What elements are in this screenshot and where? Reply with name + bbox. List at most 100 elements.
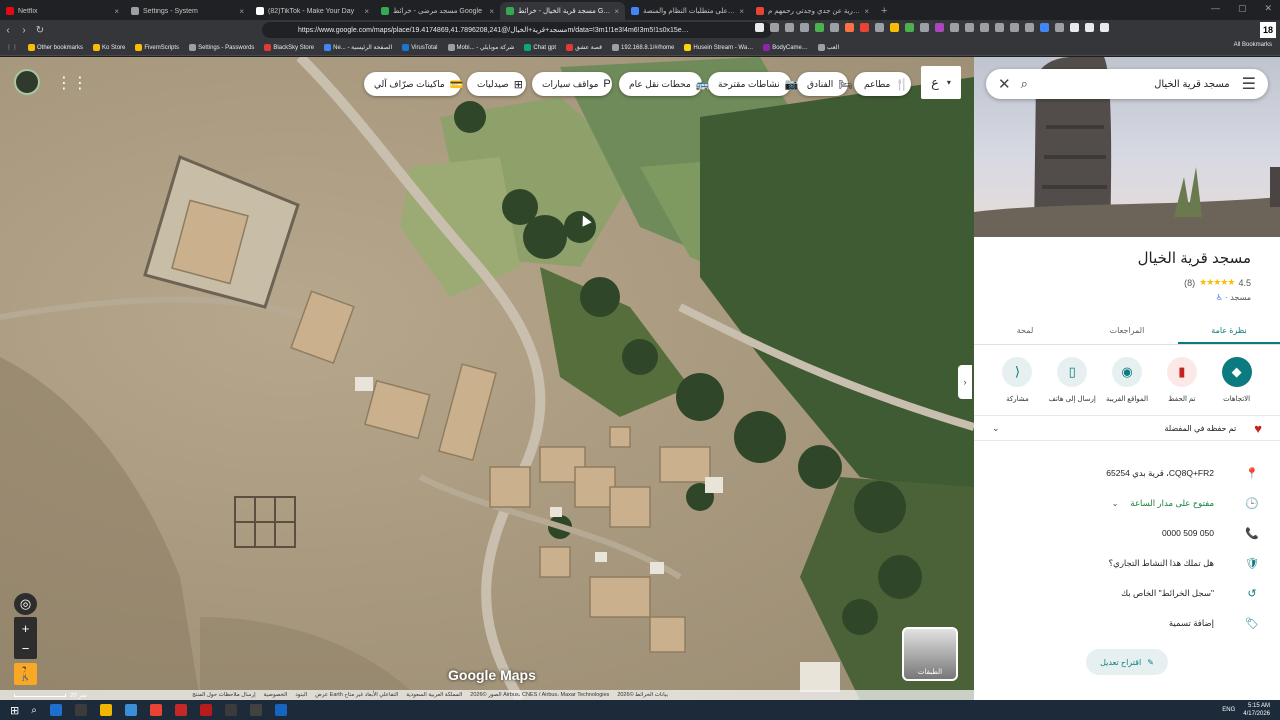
bookmark-item[interactable]: Chat gpt	[524, 44, 556, 51]
chevron-down-icon[interactable]: ⌄	[992, 423, 1000, 434]
tab-close-icon[interactable]: ×	[739, 7, 744, 16]
action-button[interactable]: ▯ إرسال إلى هاتف	[1046, 357, 1098, 403]
extension-icon[interactable]	[920, 23, 929, 32]
zoom-out-button[interactable]: −	[14, 637, 37, 659]
rating-row[interactable]: 4.5 ★★★★★ (8)	[1184, 277, 1251, 288]
tab-close-icon[interactable]: ×	[114, 7, 119, 16]
bookmark-item[interactable]: Ne... - الصفحة الرئيسية	[324, 44, 392, 51]
street-view-badge[interactable]	[14, 69, 40, 95]
back-icon[interactable]: ‹	[0, 25, 16, 36]
taskbar-app-icon[interactable]	[149, 704, 162, 716]
extension-icon[interactable]	[1070, 23, 1079, 32]
tray-lang[interactable]: ENG	[1222, 707, 1235, 713]
bookmark-item[interactable]: Ko Store	[93, 44, 125, 51]
info-row[interactable]: 📍 CQ8Q+FR2، قرية بدي 65254	[974, 459, 1280, 487]
browser-tab[interactable]: صدقة جارية عن جدي وجدتي رحمهم م… ×	[750, 2, 875, 20]
extension-icon[interactable]	[950, 23, 959, 32]
extension-icon[interactable]	[1040, 23, 1049, 32]
language-toggle[interactable]: ع ▾	[921, 66, 961, 99]
extension-icon[interactable]	[965, 23, 974, 32]
taskbar-app-icon[interactable]	[174, 704, 187, 716]
extension-icon[interactable]	[1085, 23, 1094, 32]
bookmark-item[interactable]: Mobi... - شركة موبايلي	[447, 44, 514, 51]
bookmark-item[interactable]: FivemScripts	[135, 44, 179, 51]
bookmark-item[interactable]: Other bookmarks	[28, 44, 83, 51]
attribution-item[interactable]: المملكة العربية السعودية	[406, 692, 462, 698]
collapse-panel-button[interactable]: ›	[958, 365, 972, 399]
category-chip[interactable]: مواقف سيارات P	[532, 72, 612, 96]
extension-icon[interactable]	[890, 23, 899, 32]
browser-tab[interactable]: مسجد مرضى - خرائط Google ×	[375, 2, 500, 20]
extension-icon[interactable]	[995, 23, 1004, 32]
browser-tab[interactable]: Settings - System ×	[125, 2, 250, 20]
browser-tab[interactable]: الاطلاع على متطلبات النظام والمنصة… ×	[625, 2, 750, 20]
review-count[interactable]: (8)	[1184, 278, 1195, 288]
extension-icon[interactable]	[1025, 23, 1034, 32]
minimize-icon[interactable]: —	[1211, 3, 1220, 14]
bookmark-item[interactable]: BodyCame…	[763, 44, 808, 51]
pegman-icon[interactable]: 🚶	[14, 663, 37, 685]
my-location-icon[interactable]: ◎	[14, 593, 37, 615]
maximize-icon[interactable]: ▢	[1238, 3, 1247, 14]
extension-icon[interactable]	[785, 23, 794, 32]
satellite-map[interactable]: ⋮⋮ مطاعم 🍴 الفنادق 🛏 نشاطات مقترحة 📷 محطات نقل…	[0, 57, 974, 700]
search-input[interactable]: مسجد قرية الخيال	[1038, 79, 1230, 90]
attribution-item[interactable]: الصور ©2026 Airbus، CNES / Airbus، Maxar…	[470, 692, 609, 698]
action-button[interactable]: ⟨ مشاركة	[991, 357, 1043, 403]
extension-icon[interactable]	[830, 23, 839, 32]
action-button[interactable]: ◆ الاتجاهات	[1211, 357, 1263, 403]
apps-grid-icon[interactable]: ⋮⋮	[6, 44, 18, 51]
browser-tab[interactable]: (82)TikTok - Make Your Day ×	[250, 2, 375, 20]
attribution-item[interactable]: عرض Earth التفاعلي الأبعاد غير متاح	[315, 692, 398, 698]
attribution-item[interactable]: إرسال ملاحظات حول المنتج	[192, 692, 256, 698]
extension-icon[interactable]	[845, 23, 854, 32]
place-tab[interactable]: نظرة عامة	[1178, 319, 1280, 344]
extension-icon[interactable]	[1010, 23, 1019, 32]
reload-icon[interactable]: ↻	[32, 25, 48, 36]
search-box[interactable]: ☰ مسجد قرية الخيال ⌕ ✕	[986, 69, 1268, 99]
category-chip[interactable]: الفنادق 🛏	[797, 72, 852, 96]
action-button[interactable]: ▮ تم الحفظ	[1156, 357, 1208, 403]
category-chip[interactable]: مطاعم 🍴	[854, 72, 911, 96]
info-row[interactable]: 🏷 إضافة تسمية	[974, 609, 1280, 637]
bookmark-item[interactable]: BlackSky Store	[264, 44, 314, 51]
bookmark-item[interactable]: 192.168.8.1/#/home	[612, 44, 674, 51]
extension-icon[interactable]	[755, 23, 764, 32]
category-chip[interactable]: محطات نقل عام 🚌	[619, 72, 710, 96]
profile-avatar[interactable]: 18	[1260, 22, 1276, 38]
info-row[interactable]: ↺ "سجل الخرائط" الخاص بك	[974, 579, 1280, 607]
extension-icon[interactable]	[905, 23, 914, 32]
tab-close-icon[interactable]: ×	[489, 7, 494, 16]
scale-bar[interactable]: 20 متر	[14, 692, 87, 699]
category-chip[interactable]: صيدليات ⊞	[467, 72, 526, 96]
taskbar-app-icon[interactable]	[224, 704, 237, 716]
attribution-item[interactable]: البنود	[295, 692, 307, 698]
taskbar-app-icon[interactable]	[249, 704, 262, 716]
bookmark-item[interactable]: قصة عشق	[566, 44, 602, 51]
place-tab[interactable]: لمحة	[974, 319, 1076, 344]
browser-tab[interactable]: Netflix ×	[0, 2, 125, 20]
info-row[interactable]: 🛡 هل تملك هذا النشاط التجاري؟	[974, 549, 1280, 577]
chevron-down-icon[interactable]: ⌄	[1112, 499, 1119, 508]
extension-icon[interactable]	[770, 23, 779, 32]
attribution-item[interactable]: بيانات الخرائط ©2026	[617, 692, 668, 698]
taskbar-app-icon[interactable]	[274, 704, 287, 716]
extension-icon[interactable]	[860, 23, 869, 32]
new-tab-button[interactable]: +	[875, 2, 893, 20]
extension-icon[interactable]	[1055, 23, 1064, 32]
tab-close-icon[interactable]: ×	[614, 7, 619, 16]
windows-start-icon[interactable]: ⊞	[10, 704, 19, 717]
extension-icon[interactable]	[815, 23, 824, 32]
tab-close-icon[interactable]: ×	[239, 7, 244, 16]
attribution-item[interactable]: الخصوصية	[264, 692, 288, 698]
clock[interactable]: 5:15 AM 4/17/2026	[1243, 702, 1270, 718]
extension-icon[interactable]	[980, 23, 989, 32]
taskbar-app-icon[interactable]	[49, 704, 62, 716]
place-tab[interactable]: المراجعات	[1076, 319, 1178, 344]
tab-close-icon[interactable]: ×	[364, 7, 369, 16]
browser-tab[interactable]: مسجد قرية الخيال - خرائط Google×	[500, 2, 625, 20]
taskbar-app-icon[interactable]	[199, 704, 212, 716]
category-chip[interactable]: نشاطات مقترحة 📷	[708, 72, 798, 96]
layers-button[interactable]: الطبقات	[902, 627, 958, 681]
close-window-icon[interactable]: ✕	[1264, 3, 1272, 14]
